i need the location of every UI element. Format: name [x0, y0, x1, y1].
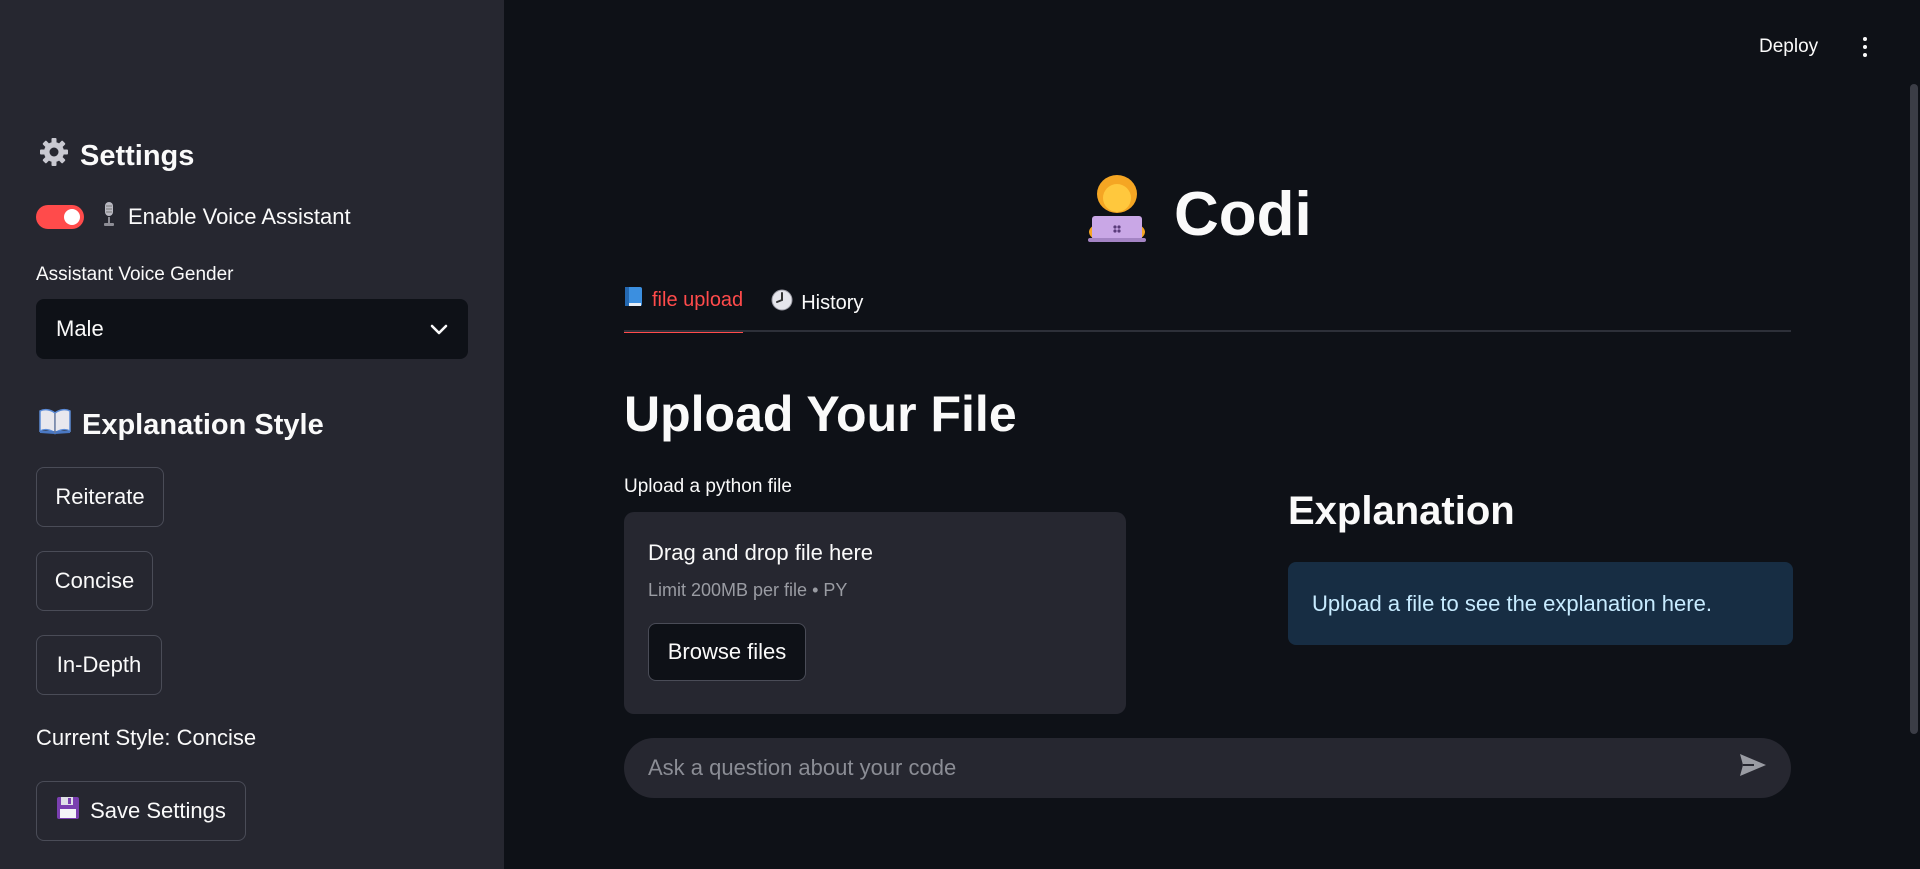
- toggle-knob: [64, 209, 80, 225]
- blue-book-icon: [624, 286, 644, 314]
- dropzone-limit: Limit 200MB per file • PY: [648, 580, 848, 600]
- explanation-info-box: Upload a file to see the explanation her…: [1288, 562, 1793, 645]
- tab-bar: file upload History: [624, 286, 863, 333]
- explanation-heading: Explanation: [1288, 489, 1515, 533]
- floppy-disk-icon: [56, 796, 80, 826]
- voice-gender-select[interactable]: Male: [36, 299, 468, 359]
- tab-file-upload-label: file upload: [652, 288, 744, 311]
- file-dropzone[interactable]: Drag and drop file here Limit 200MB per …: [624, 512, 1126, 714]
- dropzone-title: Drag and drop file here: [648, 540, 874, 565]
- app-title: Codi: [1082, 172, 1312, 257]
- chat-placeholder: Ask a question about your code: [648, 755, 957, 780]
- explanation-info-text: Upload a file to see the explanation her…: [1312, 590, 1712, 616]
- send-icon[interactable]: [1739, 753, 1767, 783]
- voice-assistant-toggle-row[interactable]: Enable Voice Assistant: [36, 201, 351, 233]
- upload-label: Upload a python file: [624, 476, 792, 497]
- app-title-text: Codi: [1174, 180, 1312, 249]
- main-area: Deploy Codi file upload History Upload Y…: [504, 0, 1920, 869]
- tab-file-upload[interactable]: file upload: [624, 286, 744, 333]
- deploy-button[interactable]: Deploy: [1759, 36, 1818, 58]
- settings-heading-text: Settings: [80, 139, 195, 172]
- microphone-icon: [100, 201, 118, 233]
- settings-heading: Settings: [38, 136, 194, 176]
- tab-divider: [624, 330, 1791, 332]
- gear-icon: [38, 136, 70, 176]
- explanation-style-heading: Explanation Style: [38, 407, 324, 443]
- upload-heading: Upload Your File: [624, 386, 1017, 442]
- tab-history-label: History: [801, 291, 864, 314]
- sidebar: Settings Enable Voice Assistant Assistan…: [0, 0, 504, 869]
- technologist-icon: [1082, 172, 1152, 257]
- voice-gender-value: Male: [56, 316, 104, 341]
- chevron-down-icon: [430, 316, 448, 342]
- clock-icon: [771, 289, 793, 317]
- tab-history[interactable]: History: [771, 289, 863, 333]
- chat-input[interactable]: Ask a question about your code: [624, 738, 1791, 798]
- main-menu-icon[interactable]: [1862, 37, 1868, 57]
- style-reiterate-button[interactable]: Reiterate: [36, 467, 164, 527]
- current-style-text: Current Style: Concise: [36, 725, 257, 750]
- open-book-icon: [38, 407, 72, 443]
- voice-assistant-label: Enable Voice Assistant: [128, 204, 351, 229]
- save-settings-label: Save Settings: [90, 798, 226, 823]
- style-in-depth-button[interactable]: In-Depth: [36, 635, 162, 695]
- save-settings-button[interactable]: Save Settings: [36, 781, 246, 841]
- explanation-style-heading-text: Explanation Style: [82, 408, 324, 441]
- style-concise-button[interactable]: Concise: [36, 551, 153, 611]
- browse-files-button[interactable]: Browse files: [648, 623, 806, 681]
- scrollbar[interactable]: [1910, 84, 1918, 734]
- voice-assistant-toggle[interactable]: [36, 205, 84, 229]
- voice-gender-label: Assistant Voice Gender: [36, 264, 234, 285]
